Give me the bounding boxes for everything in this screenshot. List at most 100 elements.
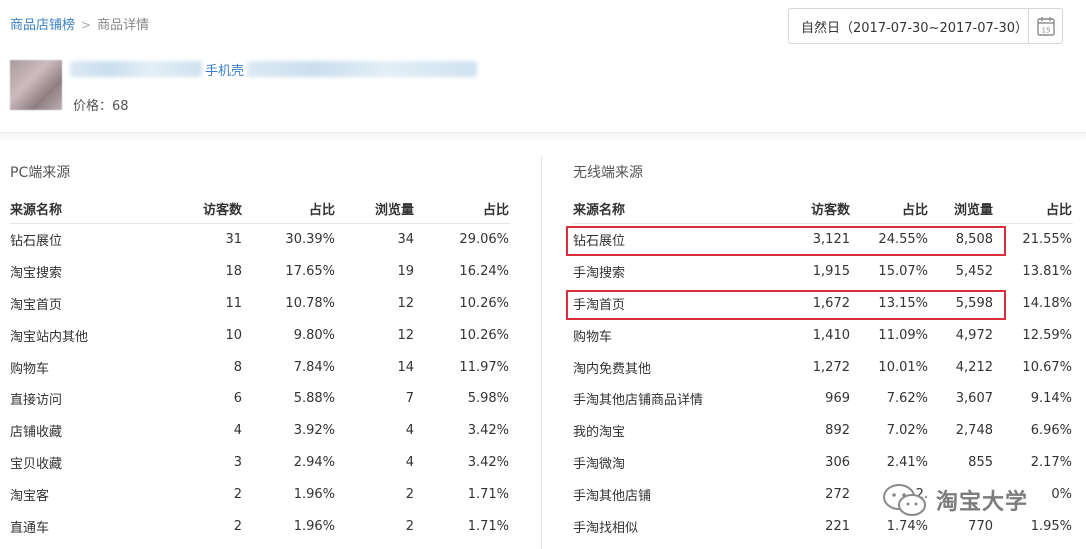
metric-cell: 14 — [397, 359, 414, 375]
column-header[interactable]: 占比 — [255, 199, 335, 218]
metric-cell: 4,212 — [955, 359, 993, 375]
metric-cell: 1,672 — [812, 295, 850, 311]
metric-cell: 6 — [233, 391, 242, 407]
metric-cell: 221 — [825, 518, 850, 534]
table-row: 钻石展位 3,121 24.55% 8,508 21.55% — [573, 224, 1073, 256]
table-row: 购物车 8 7.84% 14 11.97% — [10, 351, 510, 383]
table-row: 手淘微淘 306 2.41% 855 2.17% — [573, 447, 1073, 479]
metric-cell: 892 — [825, 423, 850, 439]
column-header: 来源名称 — [573, 203, 626, 218]
metric-cell: 7 — [405, 391, 414, 407]
table-row: 手淘搜索 1,915 15.07% 5,452 13.81% — [573, 256, 1073, 288]
metric-cell: 18 — [225, 264, 242, 280]
table-row: 淘内免费其他 1,272 10.01% 4,212 10.67% — [573, 351, 1073, 383]
date-range-picker[interactable]: 自然日（2017-07-30~2017-07-30） 15 — [788, 8, 1063, 44]
metric-cell: 1.95% — [1030, 518, 1072, 534]
metric-cell: 3.92% — [293, 423, 335, 439]
metric-cell: 2 — [405, 518, 414, 534]
metric-cell: 10.67% — [1022, 359, 1072, 375]
metric-cell: 5.98% — [467, 391, 509, 407]
metric-cell: 4 — [405, 454, 414, 470]
metric-cell: 1,272 — [812, 359, 850, 375]
column-header[interactable]: 访客数 — [771, 199, 850, 218]
metric-cell: 7.84% — [293, 359, 335, 375]
metric-cell: 2 — [233, 486, 242, 502]
metric-cell: 3,607 — [955, 391, 993, 407]
source-name: 淘宝客 — [10, 488, 50, 504]
metric-cell: 1,915 — [812, 264, 850, 280]
column-header[interactable]: 浏览量 — [933, 199, 993, 218]
metric-cell: 2 — [233, 518, 242, 534]
metric-cell: 24.55% — [878, 232, 928, 248]
metric-cell: 3.42% — [467, 423, 509, 439]
metric-cell: 11.09% — [878, 327, 928, 343]
source-name: 手淘其他店铺 — [573, 488, 652, 504]
metric-cell: 5,452 — [955, 264, 993, 280]
table-row: 购物车 1,410 11.09% 4,972 12.59% — [573, 319, 1073, 351]
header-divider — [0, 132, 1086, 142]
page-header: 商品店铺榜 > 商品详情 自然日（2017-07-30~2017-07-30） 15… — [0, 0, 1086, 136]
source-name: 手淘搜索 — [573, 266, 626, 282]
source-name: 钻石展位 — [573, 234, 626, 250]
metric-cell: 6.96% — [1030, 423, 1072, 439]
blurred-title-text — [70, 61, 202, 77]
metric-cell: 855 — [968, 454, 993, 470]
metric-cell: 3.42% — [467, 454, 509, 470]
metric-cell: 11.97% — [459, 359, 509, 375]
metric-cell: 13.15% — [878, 295, 928, 311]
breadcrumb-root-link[interactable]: 商品店铺榜 — [10, 18, 75, 33]
table-row: 直通车 2 1.96% 2 1.71% — [10, 510, 510, 542]
column-header[interactable]: 浏览量 — [345, 199, 414, 218]
metric-cell: 7.02% — [886, 423, 928, 439]
column-header[interactable]: 占比 — [858, 199, 928, 218]
metric-cell: 8,508 — [955, 232, 993, 248]
source-name: 钻石展位 — [10, 234, 63, 250]
metric-cell: 31 — [225, 232, 242, 248]
source-name: 淘宝首页 — [10, 297, 63, 313]
table-row: 宝贝收藏 3 2.94% 4 3.42% — [10, 447, 510, 479]
metric-cell: 13.81% — [1022, 264, 1072, 280]
source-name: 直接访问 — [10, 393, 63, 409]
metric-cell: 1.96% — [293, 518, 335, 534]
table-row: 手淘首页 1,672 13.15% 5,598 14.18% — [573, 288, 1073, 320]
metric-cell: 10.78% — [285, 295, 335, 311]
source-name: 淘宝搜索 — [10, 266, 63, 282]
column-header[interactable]: 访客数 — [170, 199, 242, 218]
product-title[interactable]: 手机壳 — [70, 58, 482, 80]
metric-cell: 969 — [825, 391, 850, 407]
source-name: 淘宝站内其他 — [10, 329, 89, 345]
metric-cell: 5,598 — [955, 295, 993, 311]
table-row: 店铺收藏 4 3.92% 4 3.42% — [10, 415, 510, 447]
metric-cell: 12 — [397, 327, 414, 343]
metric-cell: 16.24% — [459, 264, 509, 280]
column-header[interactable]: 占比 — [1003, 199, 1072, 218]
source-name: 购物车 — [573, 329, 613, 345]
calendar-icon: 15 — [1036, 17, 1055, 36]
metric-cell: 1.71% — [467, 486, 509, 502]
metric-cell: 9.14% — [1030, 391, 1072, 407]
product-thumbnail[interactable] — [10, 60, 62, 110]
table-row: 钻石展位 31 30.39% 34 29.06% — [10, 224, 510, 256]
metric-cell: 21.55% — [1022, 232, 1072, 248]
column-header[interactable]: 占比 — [430, 199, 509, 218]
calendar-button[interactable]: 15 — [1028, 9, 1062, 43]
metric-cell: 30.39% — [285, 232, 335, 248]
metric-cell: 2.94% — [293, 454, 335, 470]
metric-cell: 34 — [397, 232, 414, 248]
metric-cell: 19 — [397, 264, 414, 280]
source-name: 淘内免费其他 — [573, 361, 652, 377]
table-row: 淘宝站内其他 10 9.80% 12 10.26% — [10, 319, 510, 351]
metric-cell: 2,748 — [955, 423, 993, 439]
metric-cell: 2.41% — [886, 454, 928, 470]
table-row: 淘宝搜索 18 17.65% 19 16.24% — [10, 256, 510, 288]
metric-cell: 10.26% — [459, 295, 509, 311]
metric-cell: 1.74% — [886, 518, 928, 534]
svg-text:15: 15 — [1041, 27, 1050, 35]
metric-cell: 4,972 — [955, 327, 993, 343]
metric-cell: 2.17% — [1030, 454, 1072, 470]
metric-cell: 3,121 — [812, 232, 850, 248]
metric-cell: 10.26% — [459, 327, 509, 343]
table-row: 直接访问 6 5.88% 7 5.98% — [10, 383, 510, 415]
metric-cell: 4 — [233, 423, 242, 439]
metric-cell: 15.07% — [878, 264, 928, 280]
